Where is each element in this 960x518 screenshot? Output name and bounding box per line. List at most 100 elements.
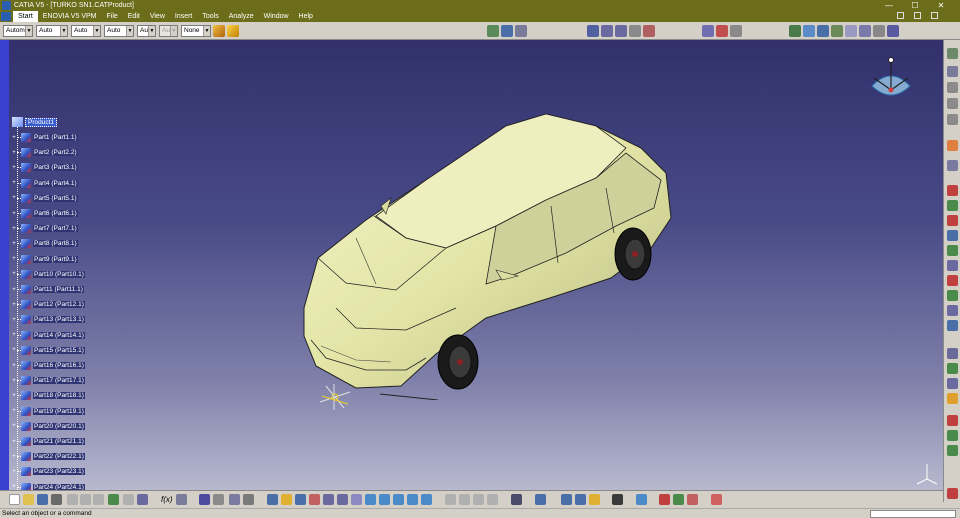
tree-part-item[interactable]: + Part20 (Part20.1) [11,421,85,432]
tree-part-item[interactable]: + Part24 (Part24.1) [11,482,85,490]
apply-material-icon[interactable] [859,25,871,37]
constraint-icon[interactable] [947,160,958,171]
catalog-browser-icon[interactable] [789,25,801,37]
iso-view-icon[interactable] [393,494,404,505]
doc-close-button[interactable] [931,12,938,19]
select-icon[interactable] [947,66,958,77]
cursor-select-icon[interactable] [213,494,224,505]
tree-part-label[interactable]: Part23 (Part23.1) [33,468,85,476]
tree-part-label[interactable]: Part7 (Part7.1) [33,225,78,233]
tree-part-label[interactable]: Part20 (Part20.1) [33,422,85,430]
tree-part-item[interactable]: + Part18 (Part18.1) [11,390,85,401]
tree-root[interactable]: Product1 [12,117,58,127]
camera-icon[interactable] [511,494,522,505]
tree-part-label[interactable]: Part21 (Part21.1) [33,438,85,445]
tree-part-label[interactable]: Part3 (Part3.1) [33,164,78,172]
zoom-in-icon[interactable] [601,25,613,37]
close-button[interactable]: ✕ [928,0,954,11]
menu-insert[interactable]: Insert [170,11,198,22]
pan-view-icon[interactable] [295,494,306,505]
tree-part-label[interactable]: Part19 (Part19.1) [33,407,85,415]
comment-icon[interactable] [176,494,187,505]
tree-part-item[interactable]: + Part1 (Part1.1) [11,132,78,143]
sectioning-icon[interactable] [947,430,958,441]
sketch-icon[interactable] [947,82,958,93]
distance-icon[interactable] [947,445,958,456]
doc-restore-button[interactable] [914,12,921,19]
tree-part-item[interactable]: + Part14 (Part14.1) [11,330,85,341]
isometric-view-icon[interactable] [702,25,714,37]
tree-part-item[interactable]: + Part12 (Part12.1) [11,299,85,310]
multi-view-icon[interactable] [643,25,655,37]
print-icon[interactable] [51,494,62,505]
macros-icon[interactable] [887,25,899,37]
tree-part-label[interactable]: Part15 (Part15.1) [33,346,85,354]
group-icon[interactable] [575,494,586,505]
measure-icon[interactable] [803,25,815,37]
compass-tool-icon[interactable] [817,25,829,37]
pan-icon[interactable] [515,25,527,37]
chevron-down-icon[interactable]: ▼ [203,25,210,36]
tree-part-label[interactable]: Part22 (Part22.1) [33,453,85,461]
zoom-out-icon[interactable] [615,25,627,37]
tree-part-item[interactable]: + Part13 (Part13.1) [11,314,85,325]
menu-start[interactable]: Start [13,11,38,22]
fly-icon[interactable] [267,494,278,505]
chevron-down-icon[interactable]: ▼ [126,25,133,36]
formula-button[interactable]: f(x) [161,495,173,504]
tree-part-label[interactable]: Part6 (Part6.1) [33,210,78,217]
tree-part-item[interactable]: + Part3 (Part3.1) [11,162,78,173]
command-input[interactable] [870,510,956,518]
tree-part-item[interactable]: + Part10 (Part10.1) [11,269,85,280]
filter-icon[interactable] [243,494,254,505]
fly-mode-icon[interactable] [487,25,499,37]
tree-part-label[interactable]: Part17 (Part17.1) [33,377,85,385]
zoom-in-view-icon[interactable] [323,494,334,505]
menu-analyze[interactable]: Analyze [224,11,259,22]
magnifier-icon[interactable] [229,494,240,505]
swap-visible-space-icon[interactable] [831,25,843,37]
update-icon[interactable] [873,25,885,37]
render-style-combo[interactable]: None ▼ [181,24,211,37]
offset-icon[interactable] [947,363,958,374]
tree-part-label[interactable]: Part4 (Part4.1) [33,179,78,187]
clash-icon[interactable] [947,415,958,426]
color-combo[interactable]: Automa ▼ [3,24,33,37]
car-model[interactable] [296,108,680,400]
tree-part-item[interactable]: + Part5 (Part5.1) [11,193,78,204]
menu-window[interactable]: Window [259,11,294,22]
shading-icon[interactable] [716,25,728,37]
minimize-button[interactable]: — [876,0,902,11]
new-product-icon[interactable] [947,215,958,226]
normal-view-icon[interactable] [629,25,641,37]
tree-part-label[interactable]: Part18 (Part18.1) [33,392,85,400]
contact-icon[interactable] [947,348,958,359]
point-icon[interactable] [947,114,958,125]
compass-icon[interactable] [868,56,914,106]
document-icon[interactable] [1,12,11,21]
angle-icon[interactable] [947,378,958,389]
linetype-combo[interactable]: Auto ▼ [71,24,101,37]
tree-part-item[interactable]: + Part9 (Part9.1) [11,254,78,265]
fit-all-in-icon[interactable] [281,494,292,505]
tree-part-item[interactable]: + Part6 (Part6.1) [11,208,78,219]
rotate-icon[interactable] [587,25,599,37]
quick-view-icon[interactable] [365,494,376,505]
tree-part-item[interactable]: + Part23 (Part23.1) [11,466,85,477]
point-combo[interactable]: Aut ▼ [137,24,156,37]
explode-icon[interactable] [947,275,958,286]
light-icon[interactable] [589,494,600,505]
reorder-icon[interactable] [947,245,958,256]
chevron-down-icon[interactable]: ▼ [60,25,67,36]
analysis-icon[interactable] [636,494,647,505]
grid-icon[interactable] [711,494,722,505]
maximize-button[interactable]: ☐ [902,0,928,11]
tree-part-item[interactable]: + Part11 (Part11.1) [11,284,84,295]
tree-part-label[interactable]: Part5 (Part5.1) [33,194,78,202]
undo-icon[interactable] [108,494,119,505]
tree-part-item[interactable]: + Part19 (Part19.1) [11,406,85,417]
whats-this-icon[interactable] [137,494,148,505]
tree-part-item[interactable]: + Part2 (Part2.2) [11,147,78,158]
tree-part-item[interactable]: + Part7 (Part7.1) [11,223,78,234]
paintbrush-icon[interactable] [213,24,225,37]
